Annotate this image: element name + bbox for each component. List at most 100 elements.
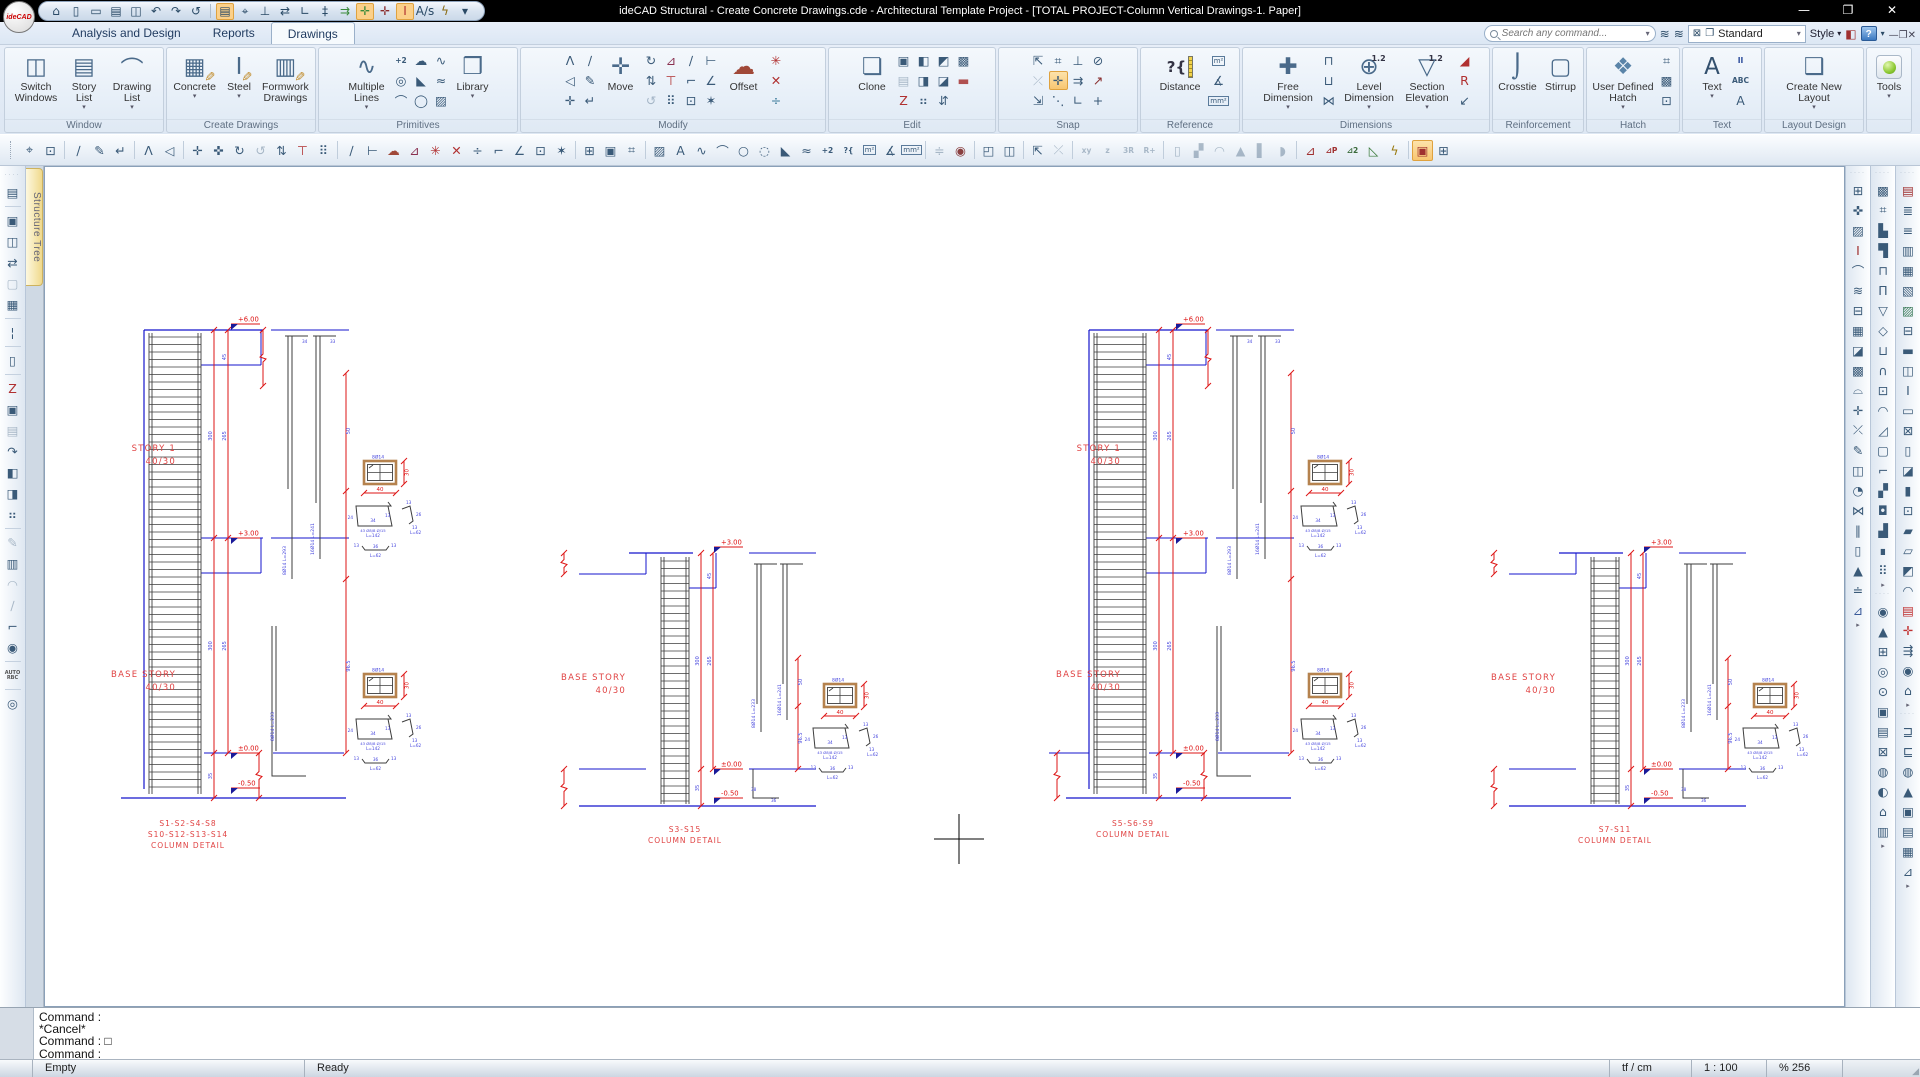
command-history[interactable]: Command :*Cancel*Command : □Command : — [33, 1008, 1920, 1059]
clone-button[interactable]: ❏Clone — [851, 50, 893, 116]
array-icon[interactable]: ⠿ — [662, 91, 681, 110]
weld-icon[interactable]: ⌓ — [1848, 381, 1868, 399]
style-dropdown[interactable]: Style ▾ — [1810, 28, 1841, 40]
mesh-icon[interactable]: ⊞ — [1873, 642, 1893, 660]
doc-fill-icon[interactable]: ▰ — [1898, 521, 1918, 539]
distance-icon[interactable]: ?{ — [838, 140, 859, 161]
corner-block-icon[interactable]: ▙ — [1873, 221, 1893, 239]
cross-box-icon[interactable]: ⊠ — [1873, 742, 1893, 760]
fillet-icon[interactable]: ⌐ — [682, 71, 701, 90]
match-properties-icon[interactable]: ✶ — [702, 91, 721, 110]
wedge-icon[interactable]: ◿ — [1873, 421, 1893, 439]
copy-icon[interactable]: ▣ — [3, 400, 23, 419]
story-list-button[interactable]: ▤Story List▾ — [63, 50, 105, 116]
report-doc-icon[interactable]: ▯ — [3, 351, 23, 370]
jump-icon[interactable]: ⇱ — [1027, 140, 1048, 161]
doc-lines-icon[interactable]: ≡ — [1898, 221, 1918, 239]
doc-rainbow-icon[interactable]: ▨ — [1898, 301, 1918, 319]
arc-icon[interactable]: ⌒ — [712, 140, 733, 161]
idecad-logo-icon[interactable]: ideCAD — [3, 1, 35, 33]
search-input[interactable] — [1502, 28, 1642, 39]
ellipse-icon[interactable]: ◯ — [412, 91, 431, 110]
footing-icon[interactable]: ▟ — [1873, 521, 1893, 539]
corner-tool-icon[interactable]: ⌐ — [3, 617, 23, 636]
panel-doc-icon[interactable]: ▣ — [1898, 802, 1918, 820]
raster-snap-icon[interactable]: ⊥ — [1069, 51, 1088, 70]
close-button[interactable]: ✕ — [1870, 0, 1914, 22]
erase-icon[interactable]: ▬ — [954, 71, 973, 90]
cone-icon[interactable]: ▲ — [1848, 561, 1868, 579]
text-icon[interactable]: A — [670, 140, 691, 161]
checker-icon[interactable]: ▩ — [1873, 181, 1893, 199]
stairs-icon[interactable]: ▞ — [1188, 140, 1209, 161]
perpendicular-mode-icon[interactable]: ⊥ — [256, 3, 274, 20]
plot-3r-icon[interactable]: 3R — [1118, 140, 1139, 161]
diamond-icon[interactable]: ◇ — [1873, 321, 1893, 339]
save-icon[interactable]: ▤ — [107, 3, 125, 20]
rect-array-icon[interactable]: ⊡ — [682, 91, 701, 110]
chart-lp-icon[interactable]: ⊿P — [1321, 140, 1342, 161]
region-icon[interactable]: ▩ — [1848, 361, 1868, 379]
explode-icon[interactable]: ✳ — [425, 140, 446, 161]
triangle-icon[interactable]: ◣ — [775, 140, 796, 161]
structure-tree-tab[interactable]: Structure Tree — [26, 168, 43, 286]
filled-triangle-icon[interactable]: ◣ — [412, 71, 431, 90]
funnel-icon[interactable]: ▽ — [1873, 301, 1893, 319]
rail-grip[interactable]: ···· — [1850, 170, 1866, 176]
scale-text-icon[interactable]: A∕s — [416, 3, 434, 20]
dome-icon[interactable]: ◗ — [1272, 140, 1293, 161]
text-box-icon[interactable]: A — [1731, 91, 1750, 110]
select-mode-icon[interactable]: ⌖ — [236, 3, 254, 20]
rotate-icon[interactable]: ↻ — [229, 140, 250, 161]
help-button[interactable]: ? — [1861, 26, 1877, 41]
tab-reports[interactable]: Reports — [197, 22, 271, 44]
corner-block2-icon[interactable]: ▜ — [1873, 241, 1893, 259]
box-icon[interactable]: ▢ — [1873, 441, 1893, 459]
cursor-snap-icon[interactable]: ⇲ — [1029, 91, 1048, 110]
hatch-solid-icon[interactable]: ▩ — [1657, 71, 1676, 90]
status-units[interactable]: tf / cm — [1610, 1060, 1692, 1077]
area-chart-icon[interactable]: ◺ — [1363, 140, 1384, 161]
area-mm2-icon[interactable]: mm² — [901, 140, 922, 161]
section-icon[interactable]: ▥ — [3, 554, 23, 573]
move-points-icon[interactable]: ✛ — [561, 91, 580, 110]
tab-drawings[interactable]: Drawings — [271, 22, 355, 44]
doc-grid-icon[interactable]: ◫ — [1898, 361, 1918, 379]
angle-icon[interactable]: ⌐ — [1873, 461, 1893, 479]
trim-icon[interactable]: ∕ — [682, 51, 701, 70]
ruler-pen-icon[interactable]: ∕ — [68, 140, 89, 161]
save-all-icon[interactable]: ◫ — [127, 3, 145, 20]
user-defined-hatch-button[interactable]: ❖User Defined Hatch▾ — [1590, 50, 1656, 116]
plate-icon[interactable]: ⊡ — [1873, 381, 1893, 399]
steel-button[interactable]: Ι✎Steel▾ — [221, 50, 257, 116]
clone-icon[interactable]: ▣ — [3, 211, 23, 230]
build-doc-icon[interactable]: ▲ — [1898, 782, 1918, 800]
doc-slab-icon[interactable]: ▯ — [1898, 441, 1918, 459]
slope-doc-icon[interactable]: ⊿ — [1898, 862, 1918, 880]
image-icon[interactable]: ▨ — [649, 140, 670, 161]
round-doc-icon[interactable]: ◍ — [1898, 762, 1918, 780]
fan-icon[interactable]: ◔ — [1848, 481, 1868, 499]
restore-button[interactable]: ❐ — [1826, 0, 1870, 22]
doc-col-icon[interactable]: Ι — [1898, 381, 1918, 399]
list-doc-icon[interactable]: ▤ — [1898, 822, 1918, 840]
clone-offset-icon[interactable]: ▢ — [3, 274, 23, 293]
stretch-icon[interactable]: ⊤ — [662, 71, 681, 90]
cross-icon[interactable]: ✛ — [1848, 401, 1868, 419]
doc-x-icon[interactable]: ⊠ — [1898, 421, 1918, 439]
layer-combo-arrow-icon[interactable]: ▾ — [1797, 29, 1801, 38]
mirror-icon[interactable]: ⇅ — [271, 140, 292, 161]
bring-front-icon[interactable]: ◧ — [3, 463, 23, 482]
layer-states-icon[interactable]: ≋ — [1660, 27, 1670, 41]
doc-restore-icon[interactable]: ❐ — [1899, 30, 1908, 41]
users-icon[interactable]: ◉ — [3, 638, 23, 657]
hatch-select-icon[interactable]: ◪ — [1848, 341, 1868, 359]
break-icon[interactable]: ✕ — [446, 140, 467, 161]
move-button[interactable]: ✛Move — [601, 50, 641, 116]
outer-dimension-icon[interactable]: ⊓ — [1319, 51, 1338, 70]
corner-snap-icon[interactable]: ∟ — [1069, 91, 1088, 110]
doc-close-icon[interactable]: ✕ — [1908, 30, 1916, 41]
spline-icon[interactable]: ∿ — [691, 140, 712, 161]
stretch-mode-icon[interactable]: Ι — [396, 3, 414, 20]
tab-analysis-and-design[interactable]: Analysis and Design — [56, 22, 197, 44]
